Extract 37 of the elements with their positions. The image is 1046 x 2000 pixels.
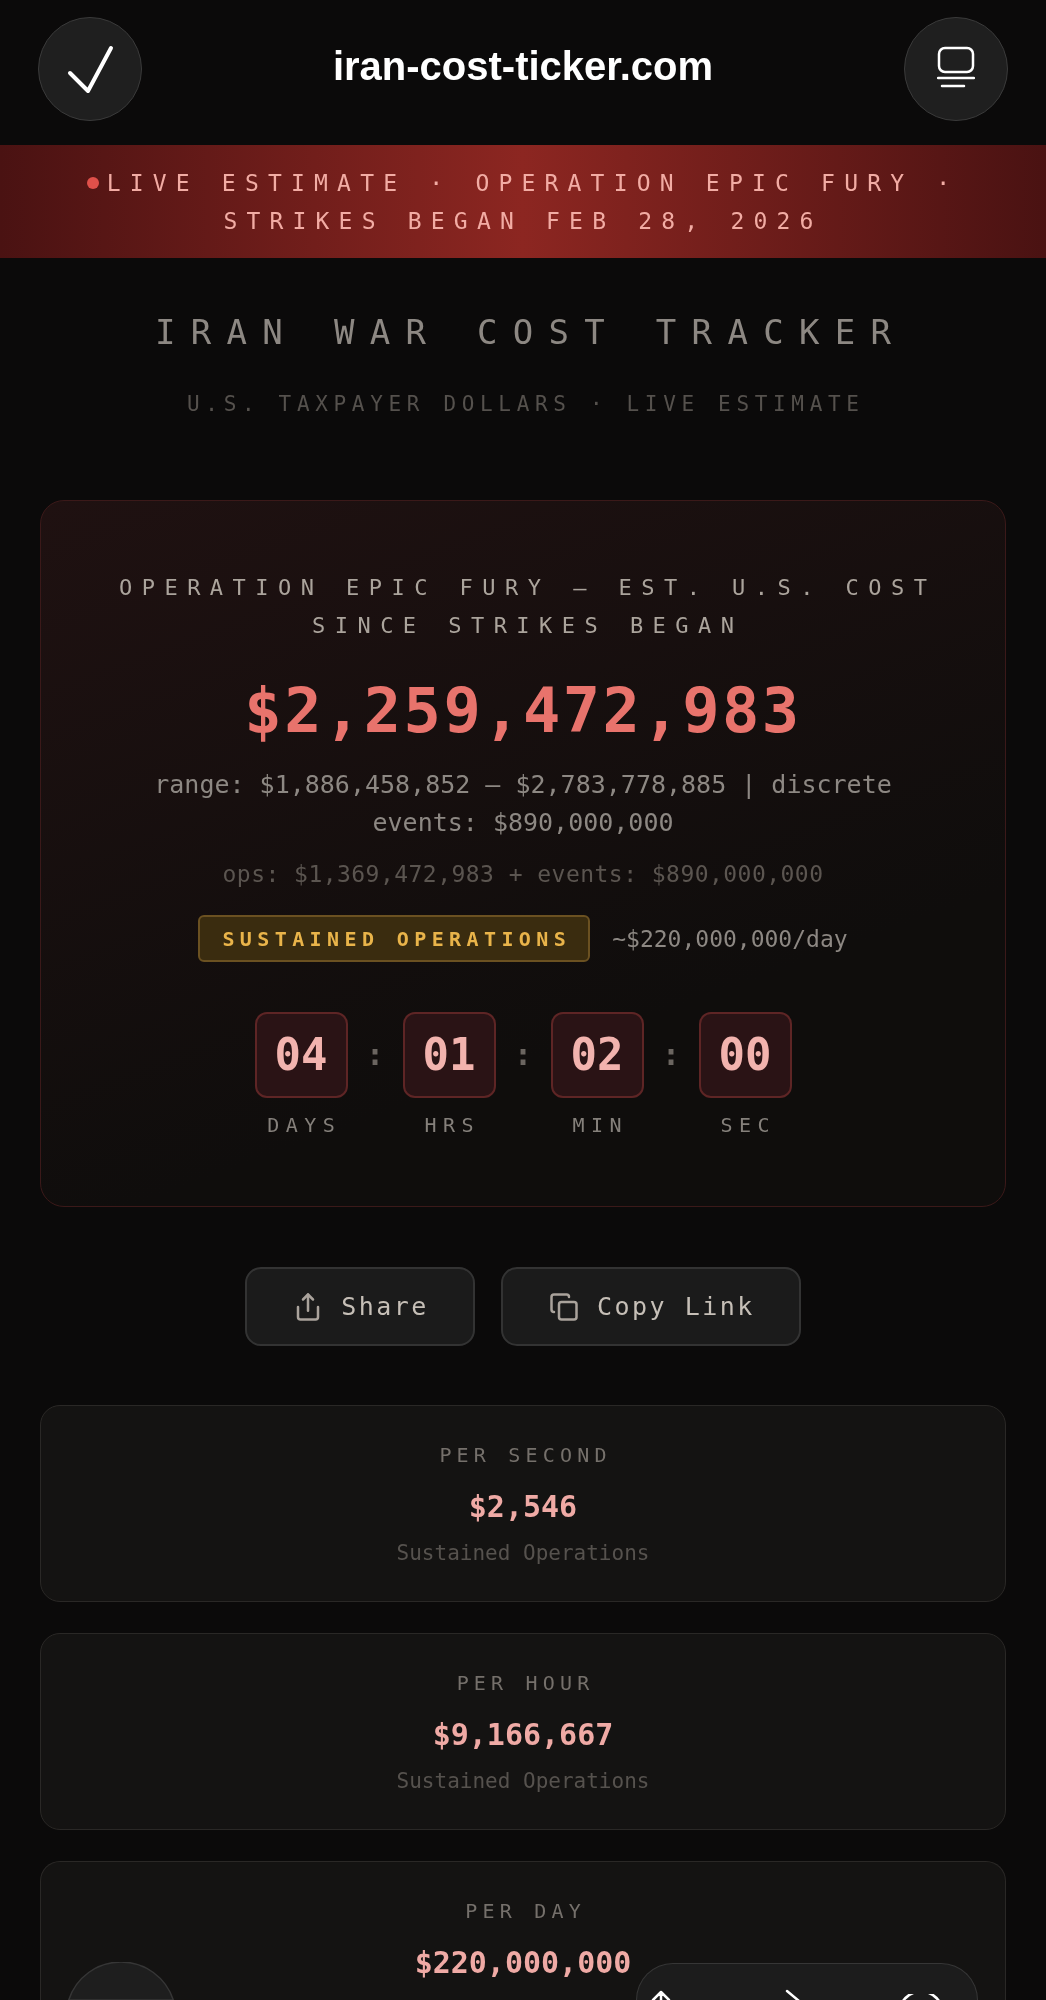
chevron-right-icon[interactable]: [785, 1989, 801, 2000]
rate-label: PER SECOND: [438, 1442, 612, 1468]
arrow-up-icon[interactable]: [651, 1990, 671, 2000]
countdown-unit: HRS: [423, 1113, 480, 1137]
reader-icon: [937, 46, 975, 88]
rate-value: $220,000,000: [414, 1944, 632, 1982]
address-bar[interactable]: iran-cost-ticker.com: [332, 45, 714, 87]
total-amount: $2,259,472,983: [244, 680, 802, 742]
card-heading: OPERATION EPIC FURY — EST. U.S. COST SINCE STRIKES BEGAN: [118, 574, 938, 640]
countdown-digits: 01: [402, 1012, 496, 1098]
rate-value: $9,166,667: [432, 1716, 614, 1754]
rate-label: PER DAY: [464, 1898, 586, 1924]
countdown-unit: DAYS: [266, 1113, 342, 1137]
copy-link-button[interactable]: Copy Link: [500, 1267, 801, 1346]
page-subtitle: U.S. TAXPAYER DOLLARS · LIVE ESTIMATE: [186, 391, 865, 418]
time-separator: :: [365, 1037, 385, 1073]
share-button[interactable]: Share: [245, 1267, 475, 1346]
rate-value: $2,546: [468, 1488, 578, 1526]
countdown-unit: SEC: [719, 1113, 776, 1137]
time-separator: :: [661, 1037, 681, 1073]
daily-rate-text: ~$220,000,000/day: [612, 924, 848, 954]
breakdown-text: ops: $1,369,472,983 + events: $890,000,000: [222, 860, 824, 889]
rate-label: PER HOUR: [455, 1670, 595, 1696]
countdown-digits: 04: [254, 1012, 348, 1098]
checkmark-icon: [66, 44, 114, 94]
rate-note: Sustained Operations: [396, 1540, 650, 1567]
time-separator: :: [513, 1037, 533, 1073]
countdown-digits: 00: [698, 1012, 792, 1098]
page-title: IRAN WAR COST TRACKER: [154, 312, 907, 352]
arc-icon[interactable]: [901, 1994, 941, 2000]
range-text: range: $1,886,458,852 – $2,783,778,885 | discrete events: $890,000,000: [153, 769, 893, 839]
countdown-unit: MIN: [571, 1113, 628, 1137]
phase-badge: SUSTAINED OPERATIONS: [198, 915, 591, 962]
countdown-digits: 02: [550, 1012, 644, 1098]
copy-icon: [548, 1291, 579, 1322]
rate-note: Sustained Operations: [396, 1768, 650, 1795]
banner-text: LIVE ESTIMATE · OPERATION EPIC FURY · STRIKES BEGAN FEB 28, 2026: [106, 170, 960, 234]
